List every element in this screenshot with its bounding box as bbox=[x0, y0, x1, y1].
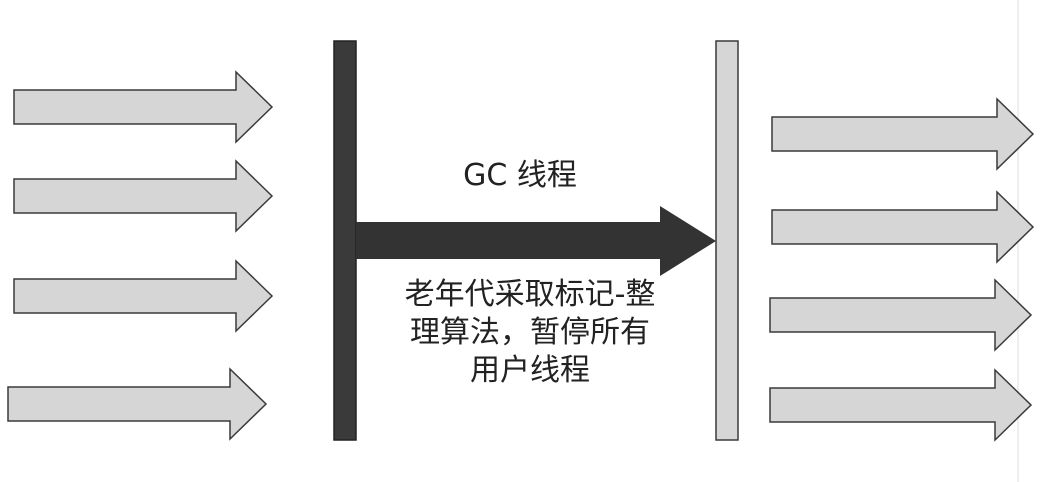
user-thread-after-arrow-4-right-arrow-icon bbox=[769, 368, 1033, 442]
gc-description-line-3: 用户线程 bbox=[470, 353, 590, 388]
pause-start-bar bbox=[333, 40, 357, 441]
user-thread-after-arrow-1-right-arrow-icon bbox=[771, 97, 1035, 171]
user-thread-before-arrow-3-right-arrow-icon bbox=[13, 259, 274, 333]
gc-pause-diagram bbox=[7, 0, 1035, 482]
gc-thread-label: GC 线程 bbox=[463, 158, 577, 193]
gc-description: 老年代采取标记-整 理算法，暂停所有 用户线程 bbox=[360, 276, 700, 390]
user-thread-before-arrow-1-right-arrow-icon bbox=[13, 70, 274, 144]
user-threads-after bbox=[769, 97, 1035, 442]
gc-description-line-1: 老年代采取标记-整 bbox=[404, 277, 656, 312]
pause-end-bar bbox=[715, 40, 739, 441]
user-thread-after-arrow-3-right-arrow-icon bbox=[769, 278, 1033, 352]
user-thread-before-arrow-4-right-arrow-icon bbox=[7, 367, 268, 441]
user-threads-before bbox=[7, 70, 274, 441]
gc-thread-arrow bbox=[356, 206, 716, 276]
user-thread-before-arrow-2-right-arrow-icon bbox=[13, 159, 274, 233]
user-thread-after-arrow-2-right-arrow-icon bbox=[771, 190, 1035, 264]
gc-description-line-2: 理算法，暂停所有 bbox=[410, 315, 650, 350]
